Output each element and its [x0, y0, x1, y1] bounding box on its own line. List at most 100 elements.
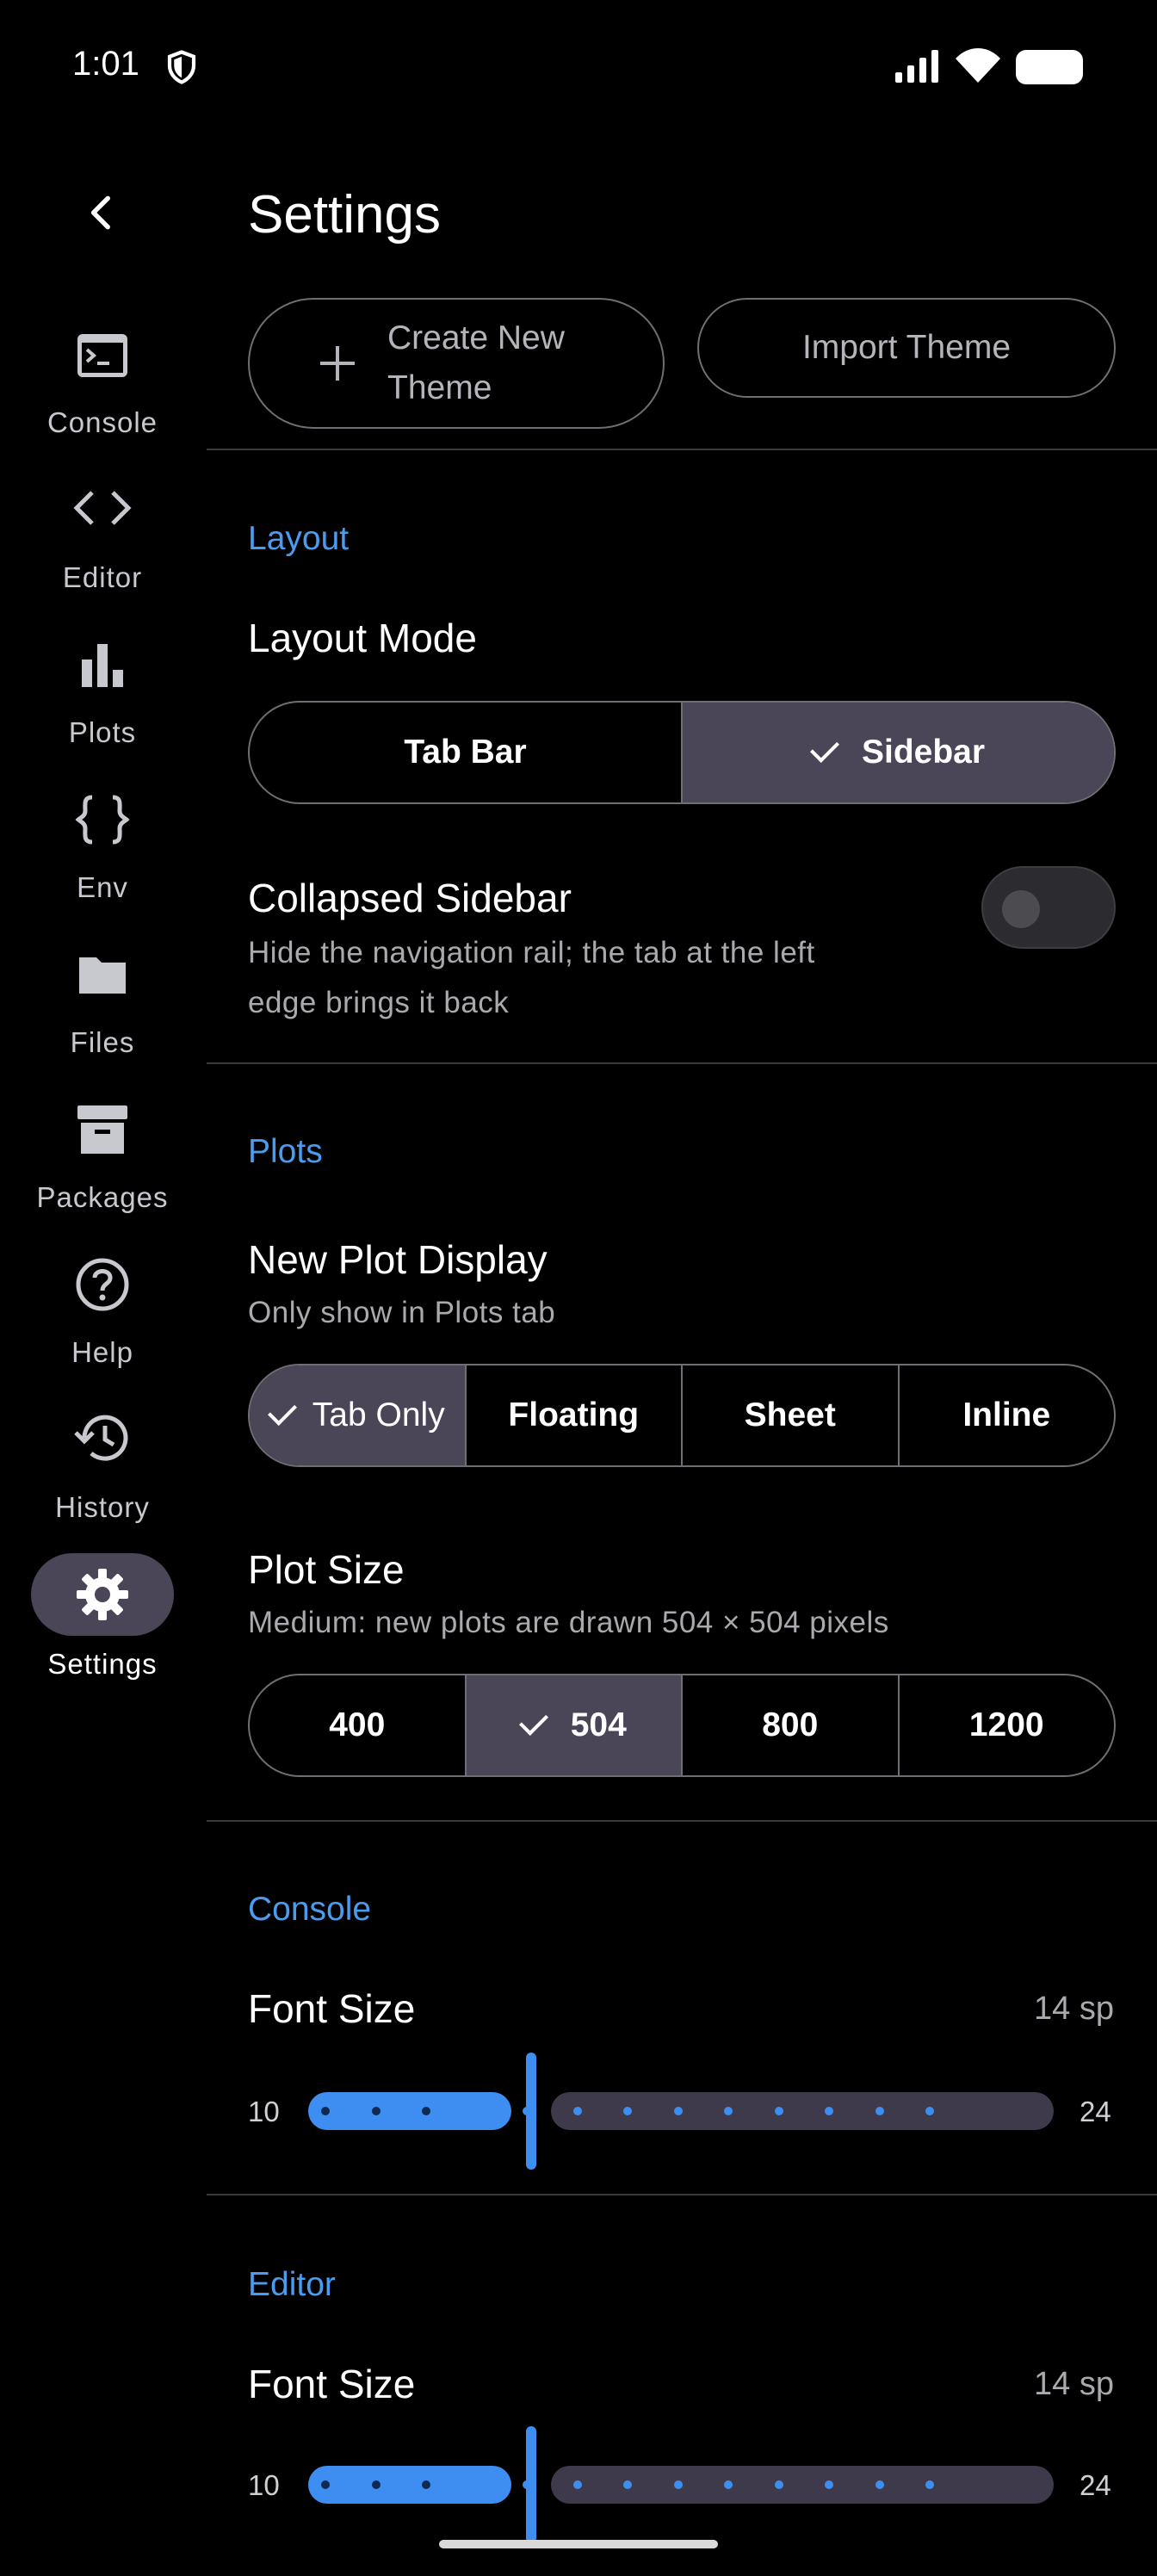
rail-item-settings[interactable]: Settings: [0, 1553, 205, 1687]
check-icon: [267, 1396, 297, 1426]
rail-label-env: Env: [77, 871, 128, 903]
slider-tick: [825, 2480, 833, 2489]
editor-font-size-value: 14 sp: [1034, 2366, 1114, 2402]
rail-label-editor: Editor: [62, 561, 143, 593]
slider-active-track: [308, 2092, 511, 2130]
create-theme-label-line1: Create New: [387, 319, 565, 356]
slider-tick: [371, 2107, 381, 2115]
archive-icon: [77, 1105, 127, 1154]
import-theme-button[interactable]: Import Theme: [697, 298, 1116, 398]
slider-tick: [321, 2480, 330, 2489]
section-header-editor: Editor: [248, 2266, 336, 2303]
section-header-layout: Layout: [248, 520, 350, 557]
slider-tick: [774, 2480, 783, 2489]
divider: [207, 1062, 1157, 1064]
slider-tick: [623, 2480, 632, 2489]
wifi-icon: [956, 48, 1000, 83]
divider: [207, 449, 1157, 450]
rail-item-packages[interactable]: Packages: [0, 1102, 205, 1223]
slider-tick: [321, 2107, 330, 2115]
home-indicator: [439, 2540, 718, 2548]
plot-size-option-800[interactable]: 800: [681, 1675, 898, 1775]
console-font-size-slider[interactable]: 10 24: [0, 2053, 1157, 2170]
rail-item-env[interactable]: Env: [0, 792, 205, 913]
toggle-knob: [1002, 890, 1040, 928]
slider-tick: [724, 2480, 733, 2489]
page-title: Settings: [248, 185, 442, 245]
slider-tick: [724, 2107, 733, 2115]
bar-chart-icon: [82, 644, 123, 687]
layout-option-tab-bar[interactable]: Tab Bar: [250, 703, 681, 802]
slider-tick: [875, 2480, 884, 2489]
plot-display-option-sheet[interactable]: Sheet: [681, 1365, 898, 1465]
slider-tick: [422, 2107, 430, 2115]
braces-icon: [75, 795, 130, 845]
rail-label-history: History: [55, 1491, 150, 1523]
rail-label-packages: Packages: [36, 1181, 169, 1213]
slider-min-label: 10: [248, 2096, 280, 2127]
divider: [207, 1820, 1157, 1822]
slider-tick: [523, 2480, 531, 2489]
slider-max-label: 24: [1080, 2096, 1111, 2127]
slider-tick: [825, 2107, 833, 2115]
rail-item-history[interactable]: History: [0, 1412, 205, 1533]
rail-label-console: Console: [46, 406, 158, 438]
collapsed-sidebar-toggle[interactable]: [981, 866, 1116, 949]
slider-min-label: 10: [248, 2469, 280, 2501]
plot-size-option-504[interactable]: 504: [464, 1675, 681, 1775]
editor-font-size-slider[interactable]: 10 24: [0, 2426, 1157, 2543]
layout-mode-title: Layout Mode: [248, 616, 477, 660]
slider-max-label: 24: [1080, 2469, 1111, 2501]
rail-item-help[interactable]: Help: [0, 1257, 205, 1378]
rail-label-plots: Plots: [68, 716, 137, 748]
rail-item-files[interactable]: Files: [0, 947, 205, 1068]
rail-item-plots[interactable]: Plots: [0, 637, 205, 758]
plot-display-option-tab-only[interactable]: Tab Only: [250, 1365, 465, 1465]
slider-tick: [925, 2480, 934, 2489]
section-header-plots: Plots: [248, 1133, 323, 1170]
plot-size-option-400[interactable]: 400: [250, 1675, 465, 1775]
layout-option-sidebar[interactable]: Sidebar: [681, 703, 1114, 802]
back-arrow-icon[interactable]: [81, 191, 124, 234]
slider-tick: [572, 2107, 582, 2115]
plot-display-option-inline[interactable]: Inline: [897, 1365, 1115, 1465]
rail-item-editor[interactable]: Editor: [0, 482, 205, 603]
plot-size-segmented: 400 504 800 1200: [248, 1674, 1116, 1777]
console-font-size-title: Font Size: [248, 1986, 416, 2031]
slider-tick: [774, 2107, 783, 2115]
code-icon: [73, 491, 132, 525]
battery-icon: [1016, 50, 1083, 84]
status-time: 1:01: [72, 45, 139, 83]
plot-display-segmented: Tab Only Floating Sheet Inline: [248, 1364, 1116, 1467]
collapsed-sidebar-title: Collapsed Sidebar: [248, 876, 572, 920]
plot-size-option-1200[interactable]: 1200: [897, 1675, 1115, 1775]
rail-label-help: Help: [71, 1336, 133, 1368]
divider: [207, 2194, 1157, 2195]
signal-icon: [895, 50, 938, 83]
check-icon: [518, 1706, 548, 1736]
rail-label-files: Files: [70, 1026, 135, 1058]
slider-tick: [925, 2107, 934, 2115]
slider-tick: [371, 2480, 381, 2489]
rail-label-settings: Settings: [47, 1648, 158, 1680]
check-icon: [809, 734, 839, 763]
create-theme-button[interactable]: Create New Theme: [248, 298, 665, 429]
history-icon: [74, 1415, 128, 1461]
slider-tick: [875, 2107, 884, 2115]
slider-tick: [673, 2107, 683, 2115]
slider-active-track: [308, 2466, 511, 2504]
plot-display-option-floating[interactable]: Floating: [464, 1365, 682, 1465]
plot-size-title: Plot Size: [248, 1547, 405, 1592]
plot-display-subtitle: Only show in Plots tab: [248, 1296, 556, 1329]
plot-size-subtitle: Medium: new plots are drawn 504 × 504 pi…: [248, 1606, 889, 1639]
help-icon: [76, 1258, 129, 1311]
console-icon: [77, 334, 127, 377]
collapsed-sidebar-description: Hide the navigation rail; the tab at the…: [248, 936, 815, 1019]
rail-item-console[interactable]: Console: [0, 327, 205, 448]
slider-tick: [572, 2480, 582, 2489]
plot-display-title: New Plot Display: [248, 1237, 548, 1282]
layout-mode-segmented: Tab Bar Sidebar: [248, 701, 1116, 804]
editor-font-size-title: Font Size: [248, 2362, 416, 2406]
slider-tick: [523, 2107, 531, 2115]
shield-icon: [167, 50, 196, 84]
